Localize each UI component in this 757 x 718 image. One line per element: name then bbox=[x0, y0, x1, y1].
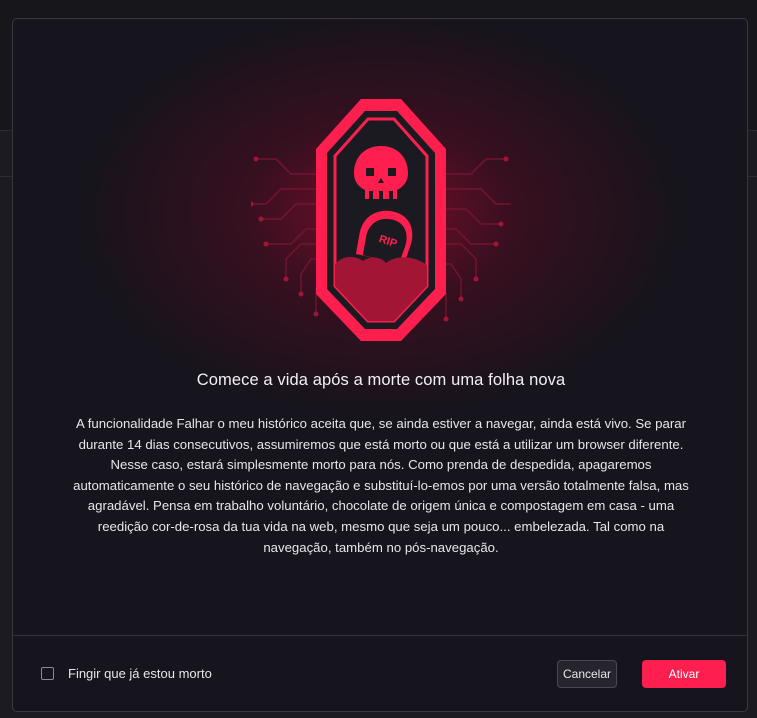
footer-divider bbox=[13, 635, 747, 636]
pretend-dead-label[interactable]: Fingir que já estou morto bbox=[68, 666, 212, 681]
activate-button[interactable]: Ativar bbox=[642, 660, 726, 688]
rip-illustration: RIP bbox=[251, 99, 511, 341]
afterlife-dialog: RIP Comece a vida após a morte com uma f… bbox=[12, 18, 748, 712]
pretend-dead-checkbox[interactable] bbox=[41, 667, 54, 680]
cancel-button[interactable]: Cancelar bbox=[557, 660, 617, 688]
dialog-description: A funcionalidade Falhar o meu histórico … bbox=[73, 416, 689, 555]
dialog-title: Comece a vida após a morte com uma folha… bbox=[196, 371, 566, 389]
